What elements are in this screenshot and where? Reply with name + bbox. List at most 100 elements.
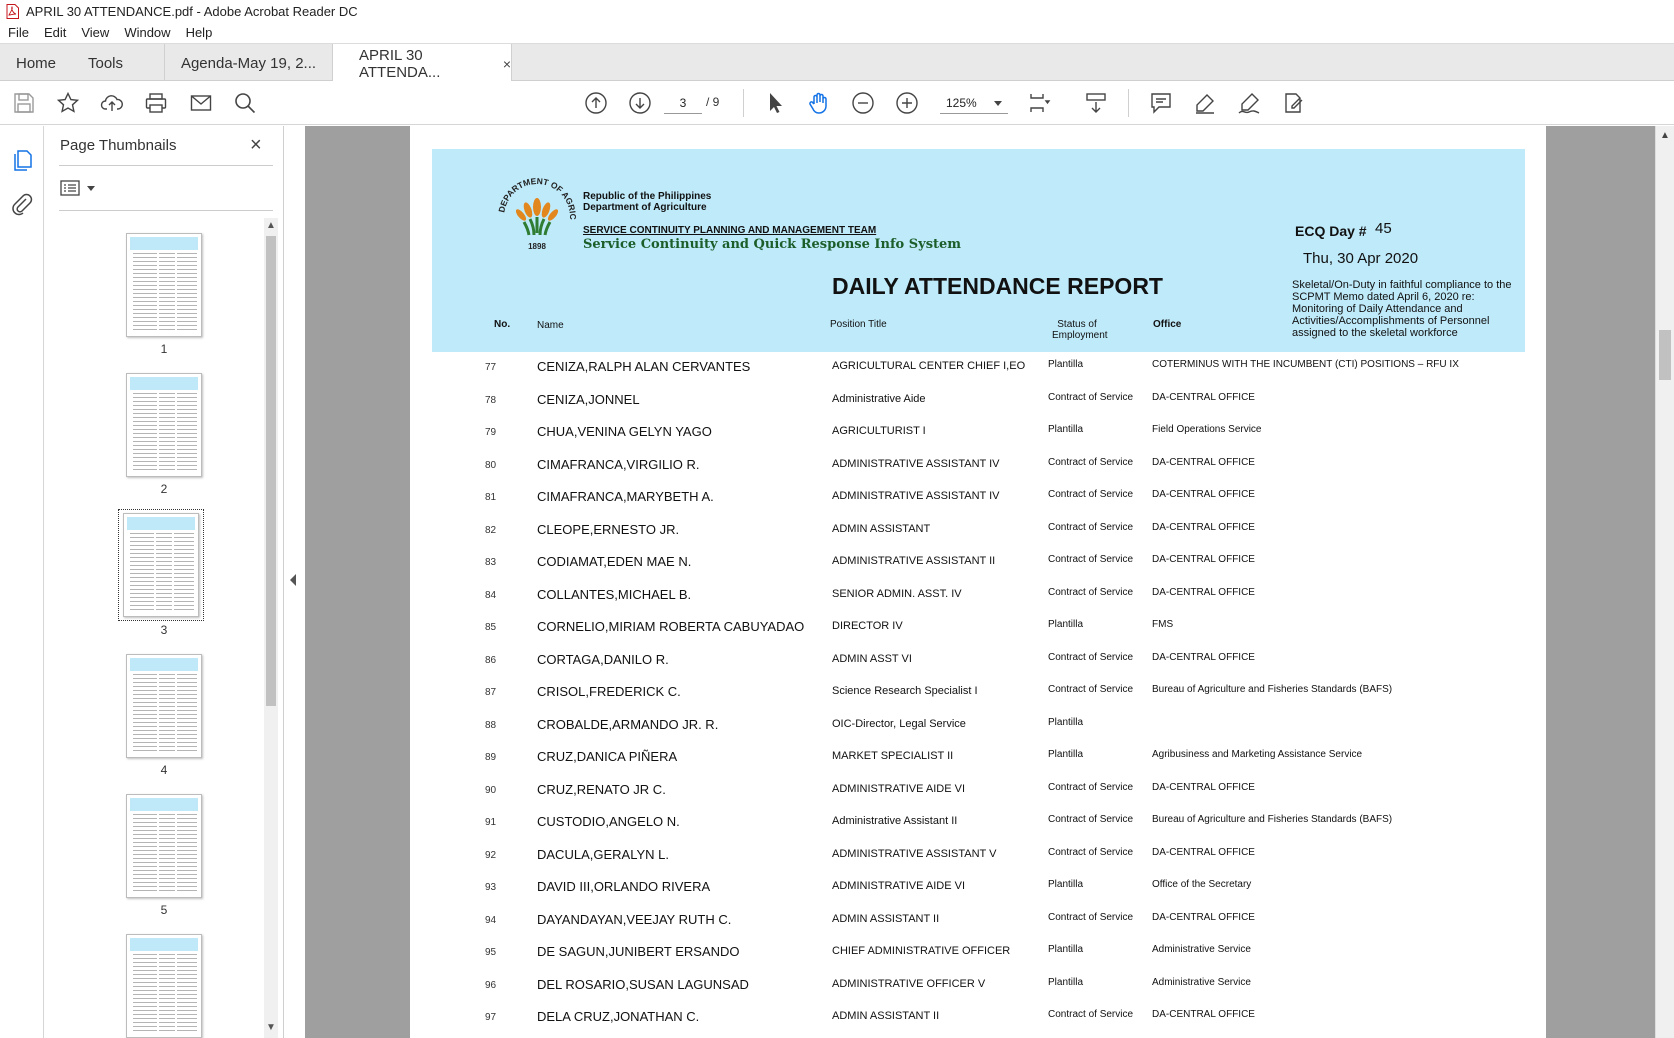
- scroll-mode-icon[interactable]: [1083, 90, 1109, 116]
- ecq-day-number: 45: [1375, 220, 1392, 237]
- chevron-down-icon: [87, 185, 95, 191]
- table-row: 88 CROBALDE,ARMANDO JR. R. OIC-Director, L…: [410, 710, 1546, 742]
- close-panel-icon[interactable]: ×: [250, 134, 262, 157]
- position-title: ADMINISTRATIVE AIDE VI: [832, 880, 966, 892]
- page-thumbnails-panel: Page Thumbnails × 1 2 3 4 5 ▲ ▼: [44, 126, 284, 1038]
- highlight-pen-icon[interactable]: [1192, 90, 1218, 116]
- search-icon[interactable]: [232, 90, 258, 116]
- menu-edit[interactable]: Edit: [44, 25, 66, 40]
- tab-tools[interactable]: Tools: [88, 44, 123, 82]
- toolbar-separator: [1128, 89, 1129, 117]
- scrollbar-thumb[interactable]: [1659, 330, 1671, 380]
- email-icon[interactable]: [188, 90, 214, 116]
- employment-status: Plantilla: [1048, 359, 1084, 370]
- zoom-level-dropdown[interactable]: 125%: [940, 92, 1008, 114]
- bookmark-star-icon[interactable]: [55, 90, 81, 116]
- position-title: OIC-Director, Legal Service: [832, 717, 966, 730]
- column-header-no: No.: [494, 319, 511, 330]
- thumbnail-page-4[interactable]: 4: [115, 654, 213, 777]
- thumbnail-page-6[interactable]: [115, 934, 213, 1038]
- document-scrollbar[interactable]: ▲: [1655, 126, 1674, 1038]
- thumbnail-page-5[interactable]: 5: [115, 794, 213, 917]
- thumbnail-image: [126, 373, 202, 477]
- column-header-status-line-2: Employment: [1052, 330, 1108, 341]
- row-number: 86: [485, 654, 497, 666]
- employee-name: CODIAMAT,EDEN MAE N.: [537, 554, 692, 569]
- employment-status: Contract of Service: [1048, 846, 1134, 858]
- select-cursor-icon[interactable]: [763, 90, 789, 116]
- collapse-panel-icon[interactable]: [290, 574, 296, 586]
- thumbnail-page-1[interactable]: 1: [115, 233, 213, 356]
- thumbnail-label: 2: [160, 482, 168, 496]
- row-number: 95: [485, 947, 497, 958]
- print-icon[interactable]: [143, 90, 169, 116]
- tab-document-attendance[interactable]: APRIL 30 ATTENDA... ×: [332, 44, 512, 83]
- page-thumbnails-icon[interactable]: [10, 148, 34, 172]
- save-icon[interactable]: [11, 90, 37, 116]
- row-number: 84: [485, 589, 497, 601]
- employment-status: Contract of Service: [1048, 521, 1134, 533]
- employee-name: CENIZA,JONNEL: [537, 391, 640, 407]
- scrollbar-thumb[interactable]: [266, 236, 276, 706]
- menu-window[interactable]: Window: [124, 25, 170, 40]
- cloud-upload-icon[interactable]: [99, 90, 125, 116]
- office-name: Agribusiness and Marketing Assistance Se…: [1152, 749, 1363, 760]
- employment-status: Plantilla: [1048, 424, 1084, 435]
- previous-page-icon[interactable]: [583, 90, 609, 116]
- scroll-up-icon[interactable]: ▲: [266, 220, 276, 231]
- employee-name: DACULA,GERALYN L.: [537, 846, 669, 862]
- menu-view[interactable]: View: [81, 25, 109, 40]
- employment-status: Plantilla: [1048, 716, 1084, 728]
- org-line-2: Department of Agriculture: [583, 202, 707, 213]
- department-of-agriculture-logo-icon: DEPARTMENT OF AGRICULTURE 1898: [494, 167, 578, 251]
- employment-status: Contract of Service: [1048, 1009, 1134, 1020]
- tab-document-agenda-label: Agenda-May 19, 2...: [180, 54, 317, 72]
- row-number: 82: [485, 524, 497, 536]
- row-number: 88: [485, 719, 497, 731]
- menu-help[interactable]: Help: [186, 25, 213, 40]
- position-title: ADMINISTRATIVE ASSISTANT V: [832, 847, 997, 860]
- hand-tool-icon[interactable]: [806, 90, 832, 116]
- next-page-icon[interactable]: [627, 90, 653, 116]
- document-viewport[interactable]: DEPARTMENT OF AGRICULTURE 1898 Republic …: [305, 126, 1655, 1038]
- toolbar-separator: [743, 89, 744, 117]
- employment-status: Plantilla: [1048, 619, 1084, 630]
- thumbnail-page-2[interactable]: 2: [115, 373, 213, 496]
- zoom-out-icon[interactable]: [850, 90, 876, 116]
- employment-status: Contract of Service: [1048, 391, 1134, 403]
- close-tab-icon[interactable]: ×: [503, 56, 511, 72]
- thumbnail-label: 4: [160, 763, 168, 777]
- employee-name: CUSTODIO,ANGELO N.: [537, 814, 680, 829]
- tab-home[interactable]: Home: [16, 44, 56, 82]
- comment-icon[interactable]: [1148, 90, 1174, 116]
- thumbnails-scrollbar[interactable]: ▲ ▼: [264, 218, 278, 1038]
- scroll-down-icon[interactable]: ▼: [266, 1022, 276, 1033]
- office-name: DA-CENTRAL OFFICE: [1152, 586, 1255, 598]
- page-number-input[interactable]: 3: [664, 92, 702, 114]
- tab-document-agenda[interactable]: Agenda-May 19, 2...: [164, 44, 332, 82]
- office-name: DA-CENTRAL OFFICE: [1152, 1009, 1255, 1020]
- office-name: Bureau of Agriculture and Fisheries Stan…: [1152, 684, 1393, 695]
- row-number: 77: [485, 362, 497, 373]
- office-name: COTERMINUS WITH THE INCUMBENT (CTI) POSI…: [1152, 359, 1459, 370]
- position-title: Science Research Specialist I: [832, 685, 978, 697]
- thumbnail-options-button[interactable]: [60, 180, 95, 196]
- menu-file[interactable]: File: [8, 25, 29, 40]
- page-fit-icon[interactable]: [1026, 90, 1052, 116]
- sign-icon[interactable]: [1236, 90, 1262, 116]
- fill-sign-icon[interactable]: [1280, 90, 1306, 116]
- thumbnail-label: 5: [160, 903, 168, 917]
- position-title: AGRICULTURAL CENTER CHIEF I,EO: [832, 360, 1026, 372]
- svg-text:1898: 1898: [528, 242, 546, 251]
- position-title: SENIOR ADMIN. ASST. IV: [832, 587, 962, 600]
- position-title: DIRECTOR IV: [832, 620, 903, 632]
- table-row: 85 CORNELIO,MIRIAM ROBERTA CABUYADAO DIREC…: [410, 612, 1546, 644]
- table-row: 93 DAVID III,ORLANDO RIVERA ADMINISTRATIVE…: [410, 872, 1546, 904]
- zoom-in-icon[interactable]: [894, 90, 920, 116]
- row-number: 93: [485, 882, 497, 893]
- attachment-paperclip-icon[interactable]: [10, 192, 34, 216]
- scroll-up-icon[interactable]: ▲: [1660, 130, 1670, 141]
- thumbnail-page-3[interactable]: 3: [115, 509, 213, 637]
- employee-name: CORNELIO,MIRIAM ROBERTA CABUYADAO: [537, 619, 805, 634]
- position-title: Administrative Aide: [832, 392, 926, 405]
